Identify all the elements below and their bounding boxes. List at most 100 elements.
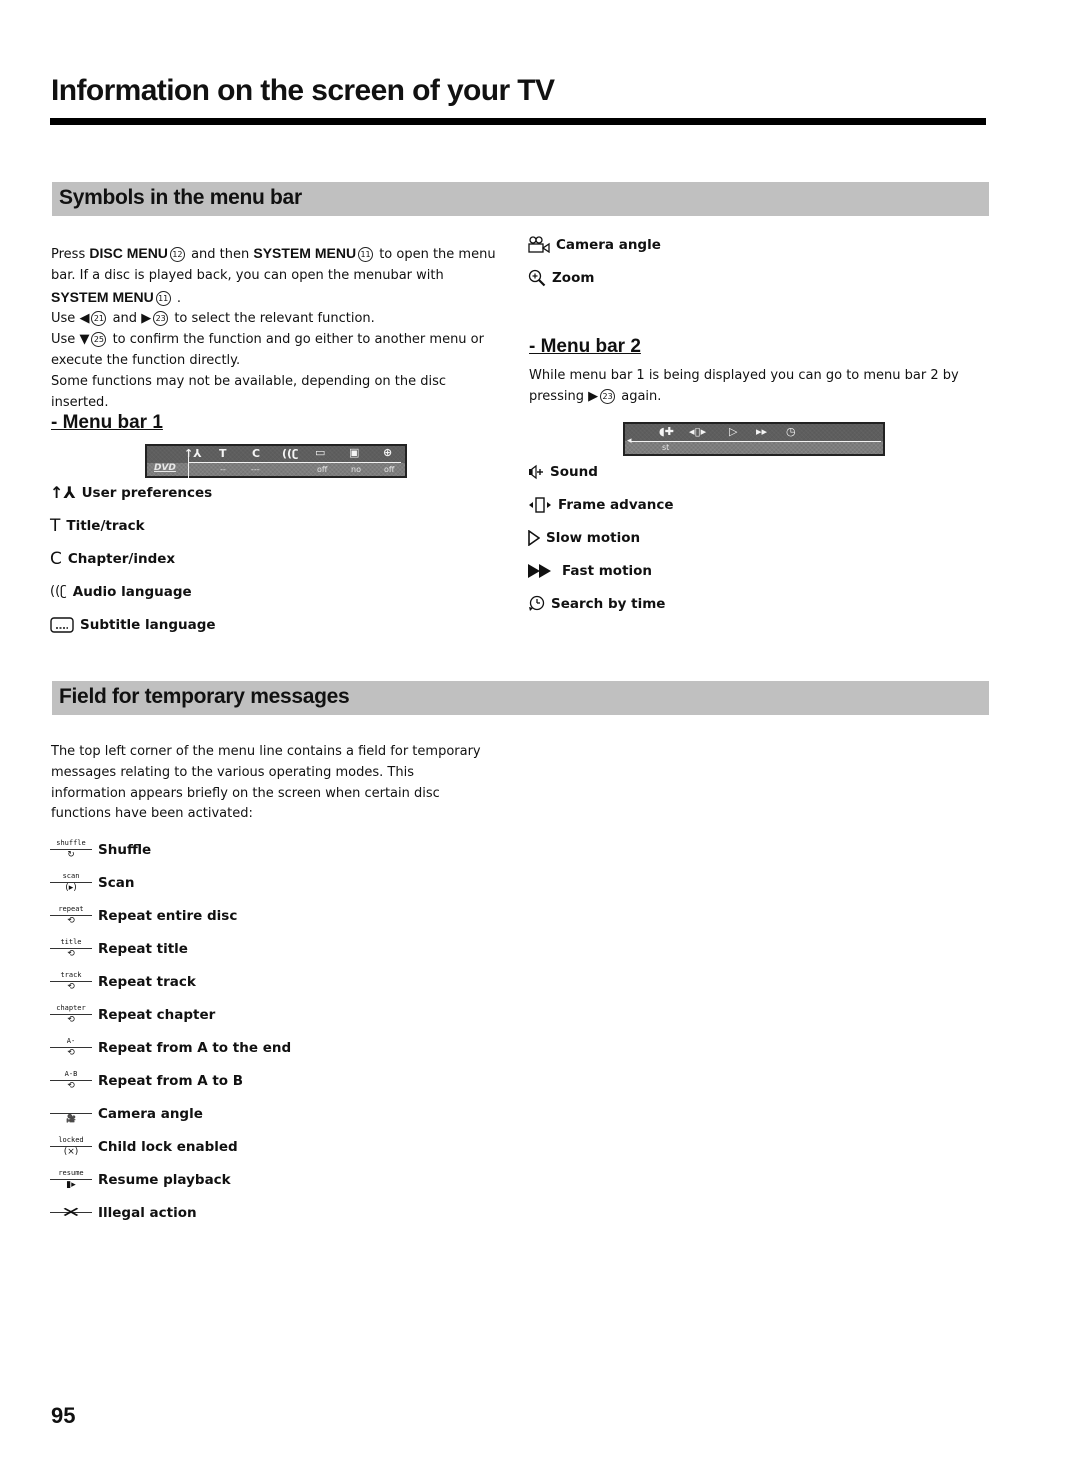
dvd-logo: DVD (154, 463, 176, 473)
key-number: 23 (153, 311, 169, 327)
intro-text: to confirm the function and go either to… (51, 332, 484, 368)
message-label: Repeat entire disc (98, 907, 238, 924)
list-item: Sound (528, 455, 674, 488)
audio-language-icon: ((ʗ (282, 447, 299, 460)
search-by-time-icon: ◷ (786, 425, 796, 438)
slow-motion-icon (528, 529, 540, 546)
resume-playback-icon: resume ▮▸ (50, 1169, 92, 1191)
disc-menu-key: DISC MENU (89, 245, 168, 261)
symbol-label: Frame advance (558, 496, 674, 513)
symbol-label: Camera angle (556, 236, 661, 253)
user-preferences-icon: ↑⅄ (50, 483, 76, 502)
list-item: Slow motion (528, 521, 674, 554)
subtitle-language-icon: ▭ (315, 446, 326, 459)
list-item: shuffle ↻ Shuffle (50, 833, 291, 866)
section-heading-text: Field for temporary messages (59, 685, 350, 708)
right-arrow-icon: ▶ (141, 311, 152, 327)
section-heading-text: Symbols in the menu bar (59, 186, 302, 209)
list-item: ✕ Illegal action (50, 1196, 291, 1229)
message-label: Shuffle (98, 841, 152, 858)
camera-angle-icon: 🎥 (50, 1103, 92, 1125)
menu-bar-1-symbol-list: ↑⅄ User preferences T Title/track C Chap… (50, 476, 216, 641)
list-item: locked (⨯) Child lock enabled (50, 1130, 291, 1163)
key-number: 11 (358, 247, 374, 262)
repeat-title-icon: title ⟲ (50, 938, 92, 960)
list-item: chapter ⟲ Repeat chapter (50, 998, 291, 1031)
symbol-label: Chapter/index (67, 550, 176, 567)
camera-angle-icon (528, 236, 550, 253)
menu-bar-2-symbol-list: Sound Frame advance Slow motion Fast mot… (528, 455, 674, 620)
osd-value: -- (220, 465, 226, 474)
list-item: track ⟲ Repeat track (50, 965, 291, 998)
page-number: 95 (51, 1403, 76, 1428)
symbol-label: Audio language (72, 583, 192, 600)
subtitle-language-icon (50, 616, 74, 633)
menu-bar-2-heading: - Menu bar 2 (529, 336, 641, 357)
temporary-messages-list: shuffle ↻ Shuffle scan (▸) Scan repeat ⟲ Repea… (50, 833, 291, 1229)
list-item: Fast motion (528, 554, 674, 587)
repeat-a-b-icon: A-B ⟲ (50, 1070, 92, 1092)
symbol-label: User preferences (81, 484, 213, 501)
scan-icon: scan (▸) (50, 872, 92, 894)
title-track-icon: T (219, 447, 227, 460)
search-by-time-icon (528, 595, 545, 612)
intro-text: Press (51, 247, 86, 262)
key-number: 21 (91, 311, 107, 327)
intro-text: and (112, 311, 138, 327)
messages-paragraph: The top left corner of the menu line con… (51, 744, 481, 822)
sound-icon: ◖✚ (659, 425, 675, 438)
message-label: Scan (98, 874, 135, 891)
title-track-icon: T (50, 515, 61, 536)
section-heading-messages: Field for temporary messages (52, 681, 989, 715)
message-label: Illegal action (98, 1204, 197, 1221)
list-item: Subtitle language (50, 608, 216, 641)
system-menu-key: SYSTEM MENU (51, 288, 154, 305)
symbol-label: Zoom (552, 269, 595, 286)
intro-text: Use (51, 332, 76, 348)
symbol-label: Search by time (551, 595, 666, 612)
menu-bar-2-osd: ◂ ◖✚ ◂▯▸ ▷ ▸▸ ◷ st (623, 422, 885, 456)
repeat-disc-icon: repeat ⟲ (50, 905, 92, 927)
message-label: Camera angle (98, 1105, 203, 1122)
page-title: Information on the screen of your TV (51, 74, 555, 107)
list-item: title ⟲ Repeat title (50, 932, 291, 965)
zoom-icon (528, 269, 546, 287)
child-lock-icon: locked (⨯) (50, 1136, 92, 1158)
chapter-index-icon: C (252, 447, 261, 460)
list-item: C Chapter/index (50, 542, 216, 575)
message-label: Repeat title (98, 940, 188, 957)
camera-angle-icon: ▣ (349, 446, 360, 459)
repeat-a-end-icon: A- ⟲ (50, 1037, 92, 1059)
list-item: T Title/track (50, 509, 216, 542)
list-item: Frame advance (528, 488, 674, 521)
intro-text: . (176, 290, 181, 306)
right-arrow-icon: ▶ (588, 388, 599, 404)
symbol-label: Sound (550, 463, 598, 480)
message-label: Repeat from A to the end (98, 1039, 292, 1056)
system-menu-key: SYSTEM MENU (253, 245, 357, 261)
sound-icon (528, 464, 544, 480)
list-item: ((ʗ Audio language (50, 575, 216, 608)
symbol-label: Title/track (66, 517, 145, 534)
shuffle-icon: shuffle ↻ (50, 839, 92, 861)
list-item: ↑⅄ User preferences (50, 476, 216, 509)
symbol-label: Slow motion (546, 529, 641, 546)
fast-motion-icon: ▸▸ (756, 425, 768, 438)
osd-value: --- (251, 465, 260, 474)
key-number: 11 (155, 290, 171, 306)
down-arrow-icon: ▼ (79, 332, 90, 348)
osd-value: off (317, 465, 328, 474)
title-rule (50, 118, 986, 125)
menu-bar-1-heading: - Menu bar 1 (51, 412, 163, 433)
left-arrow-icon: ◀ (79, 311, 90, 327)
list-item: Zoom (528, 261, 661, 294)
list-item: 🎥 Camera angle (50, 1097, 291, 1130)
osd-value: st (662, 443, 670, 452)
list-item: resume ▮▸ Resume playback (50, 1163, 291, 1196)
menu-bar-1-symbol-list-right: Camera angle Zoom (528, 228, 661, 294)
symbol-label: Subtitle language (80, 616, 216, 633)
message-label: Repeat track (98, 973, 196, 990)
list-item: Search by time (528, 587, 674, 620)
osd-value: no (351, 465, 361, 474)
key-number: 12 (169, 247, 185, 262)
